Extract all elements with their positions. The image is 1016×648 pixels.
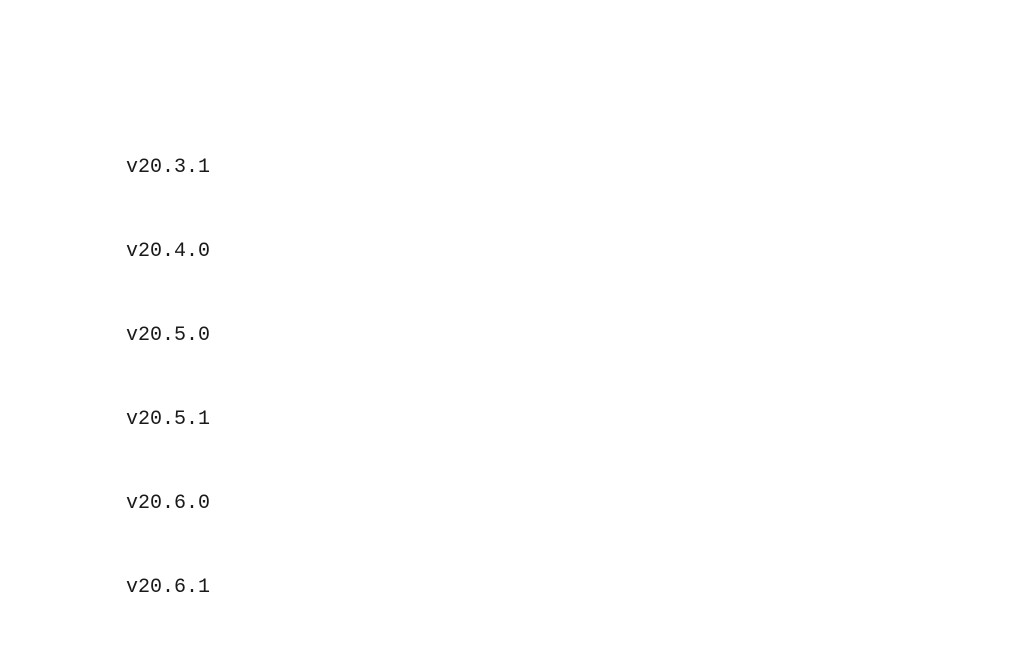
version-row: v20.3.0	[0, 84, 1016, 98]
version-row: v20.6.1	[0, 574, 1016, 602]
version-text: v20.6.0	[0, 490, 210, 518]
version-row: v20.6.0	[0, 490, 1016, 518]
version-text: v20.5.1	[0, 406, 210, 434]
version-text: v20.4.0	[0, 238, 210, 266]
version-row: v20.3.1	[0, 154, 1016, 182]
version-row: v20.5.0	[0, 322, 1016, 350]
version-text: v20.3.1	[0, 154, 210, 182]
version-text: v20.5.0	[0, 322, 210, 350]
version-row: v20.4.0	[0, 238, 1016, 266]
terminal-output: v20.3.0 v20.3.1 v20.4.0 v20.5.0 v20.5.1 …	[0, 0, 1016, 648]
version-row: v20.5.1	[0, 406, 1016, 434]
version-text: v20.6.1	[0, 574, 210, 602]
